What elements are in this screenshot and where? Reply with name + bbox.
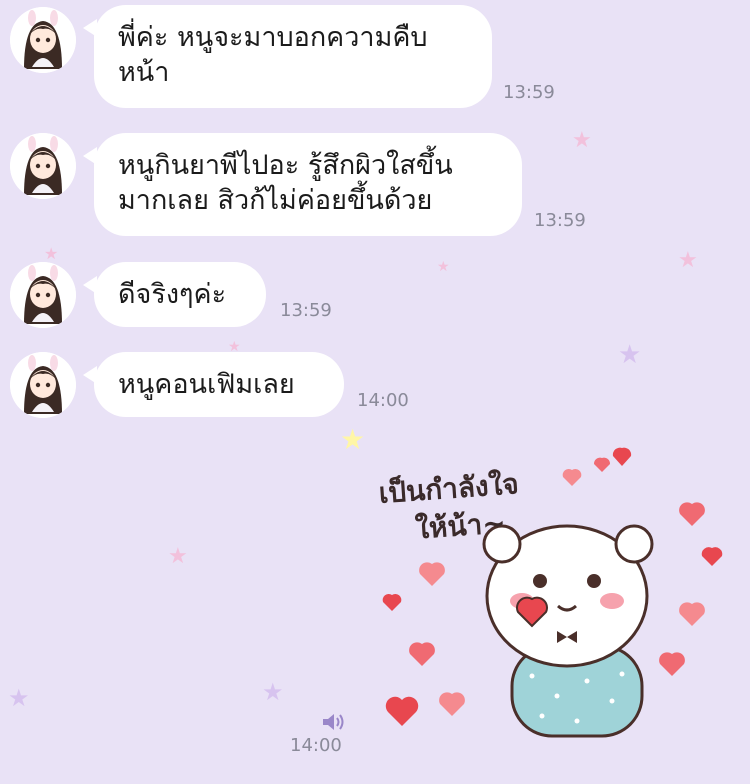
girl-avatar-icon (10, 133, 76, 199)
star-decoration-icon: ★ (8, 684, 30, 712)
star-decoration-icon: ★ (572, 128, 592, 153)
message-timestamp: 13:59 (534, 210, 586, 231)
message-timestamp: 14:00 (357, 390, 409, 411)
message-text-line: มากเลย สิวก้ไม่ค่อยขึ้นด้วย (118, 185, 433, 216)
sender-avatar[interactable] (10, 7, 76, 73)
message-bubble[interactable]: หนูคอนเฟิมเลย (83, 352, 344, 417)
girl-avatar-icon (10, 262, 76, 328)
sender-avatar[interactable] (10, 133, 76, 199)
message-timestamp: 13:59 (503, 82, 555, 103)
star-decoration-icon: ★ (618, 340, 642, 370)
message-bubble[interactable]: หนูกินยาพีไปอะ รู้สึกผิวใสขึ้น มากเลย สิ… (83, 133, 522, 236)
message-text-line: หน้า (118, 57, 170, 88)
star-decoration-icon: ★ (437, 259, 450, 275)
sticker-caption: เป็นกำลังใจ ให้น้า~ (378, 465, 523, 551)
star-decoration-icon: ★ (340, 423, 366, 456)
girl-avatar-icon (10, 352, 76, 418)
message-timestamp: 13:59 (280, 300, 332, 321)
star-decoration-icon: ★ (44, 244, 59, 263)
message-text-line: หนูคอนเฟิมเลย (118, 369, 295, 400)
star-decoration-icon: ★ (262, 678, 284, 706)
message-text-line: หนูกินยาพีไปอะ รู้สึกผิวใสขึ้น (118, 150, 453, 181)
message-bubble[interactable]: ดีจริงๆค่ะ (83, 262, 266, 327)
speaker-icon[interactable] (321, 712, 345, 732)
star-decoration-icon: ★ (168, 544, 188, 569)
sender-avatar[interactable] (10, 352, 76, 418)
message-bubble[interactable]: พี่ค่ะ หนูจะมาบอกความคืบ หน้า (83, 5, 492, 108)
girl-avatar-icon (10, 7, 76, 73)
star-decoration-icon: ★ (678, 248, 698, 273)
sticker-timestamp: 14:00 (290, 735, 342, 756)
sender-avatar[interactable] (10, 262, 76, 328)
message-text-line: ดีจริงๆค่ะ (118, 279, 227, 310)
message-text-line: พี่ค่ะ หนูจะมาบอกความคืบ (118, 22, 428, 53)
